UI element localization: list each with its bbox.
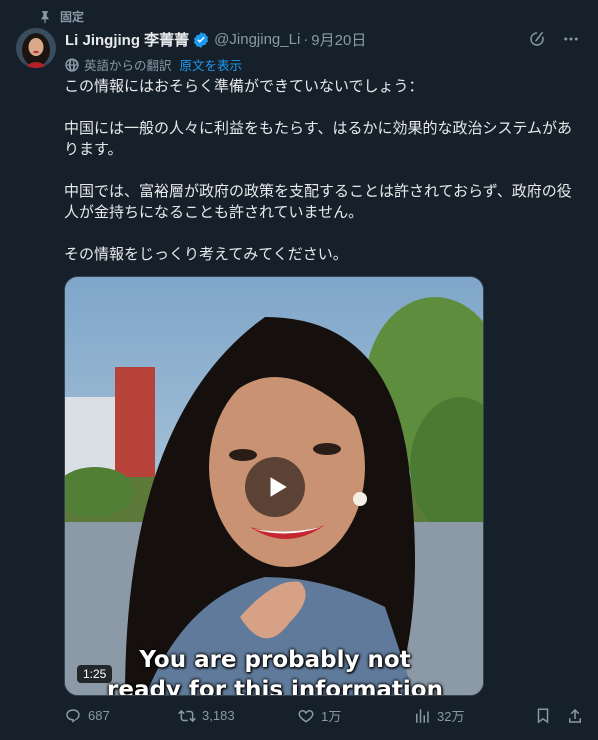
tweet-actions: 687 3,183 1万 32万 (64, 706, 584, 725)
reply-count: 687 (88, 708, 110, 723)
video-caption-line: You are probably not (139, 647, 411, 673)
video-caption-line: ready for this information (107, 677, 443, 696)
tweet-paragraph: 中国では、富裕層が政府の政策を支配することは許されておらず、政府の役人が金持ちに… (64, 183, 572, 221)
translation-label: 英語からの翻訳 (84, 59, 172, 73)
play-button[interactable] (245, 457, 305, 517)
tweet-paragraph: この情報にはおそらく準備ができていないでしょう： (64, 78, 424, 95)
analytics-icon (416, 708, 429, 723)
verified-badge-icon (194, 31, 209, 48)
author-display-name[interactable]: Li Jingjing 李菁菁 (65, 29, 189, 50)
pinned-indicator: 固定 (38, 8, 84, 25)
tweet: 固定 Li Jingjing 李菁菁 @Jingjing_Li · 9月20日 (0, 0, 598, 740)
tweet-header: Li Jingjing 李菁菁 @Jingjing_Li · 9月20日 (65, 29, 366, 50)
video-player[interactable]: You are probably not ready for this info… (64, 276, 484, 696)
translation-row: 英語からの翻訳 原文を表示 (64, 55, 242, 74)
reply-icon (66, 708, 80, 723)
view-count: 32万 (437, 709, 465, 724)
avatar[interactable] (16, 28, 56, 68)
globe-icon (65, 57, 79, 72)
video-duration: 1:25 (77, 665, 113, 683)
show-original-link[interactable]: 原文を表示 (180, 55, 243, 74)
header-actions (528, 30, 580, 48)
tweet-paragraph: その情報をじっくり考えてみてください。 (64, 246, 348, 263)
repost-icon (178, 709, 197, 722)
repost-button[interactable]: 3,183 (178, 707, 297, 725)
pinned-label: 固定 (60, 10, 85, 24)
heart-icon (298, 709, 314, 723)
like-count: 1万 (321, 709, 342, 724)
tweet-paragraph: 中国には一般の人々に利益をもたらす、はるかに効果的な政治システムがあります。 (64, 120, 573, 158)
pin-icon (41, 10, 49, 23)
secondary-actions (534, 707, 584, 725)
views-button[interactable]: 32万 (413, 706, 534, 725)
play-icon (270, 477, 287, 497)
share-icon[interactable] (566, 707, 584, 725)
more-options-icon[interactable] (562, 30, 580, 48)
like-button[interactable]: 1万 (297, 706, 413, 725)
reply-button[interactable]: 687 (64, 707, 178, 725)
separator-dot: · (303, 31, 309, 48)
author-handle[interactable]: @Jingjing_Li (214, 31, 300, 48)
bookmark-icon[interactable] (534, 707, 552, 725)
repost-count: 3,183 (202, 708, 235, 723)
tweet-date[interactable]: 9月20日 (311, 29, 366, 50)
grok-icon[interactable] (528, 30, 546, 48)
tweet-text: この情報にはおそらく準備ができていないでしょう： 中国には一般の人々に利益をもた… (64, 76, 584, 286)
